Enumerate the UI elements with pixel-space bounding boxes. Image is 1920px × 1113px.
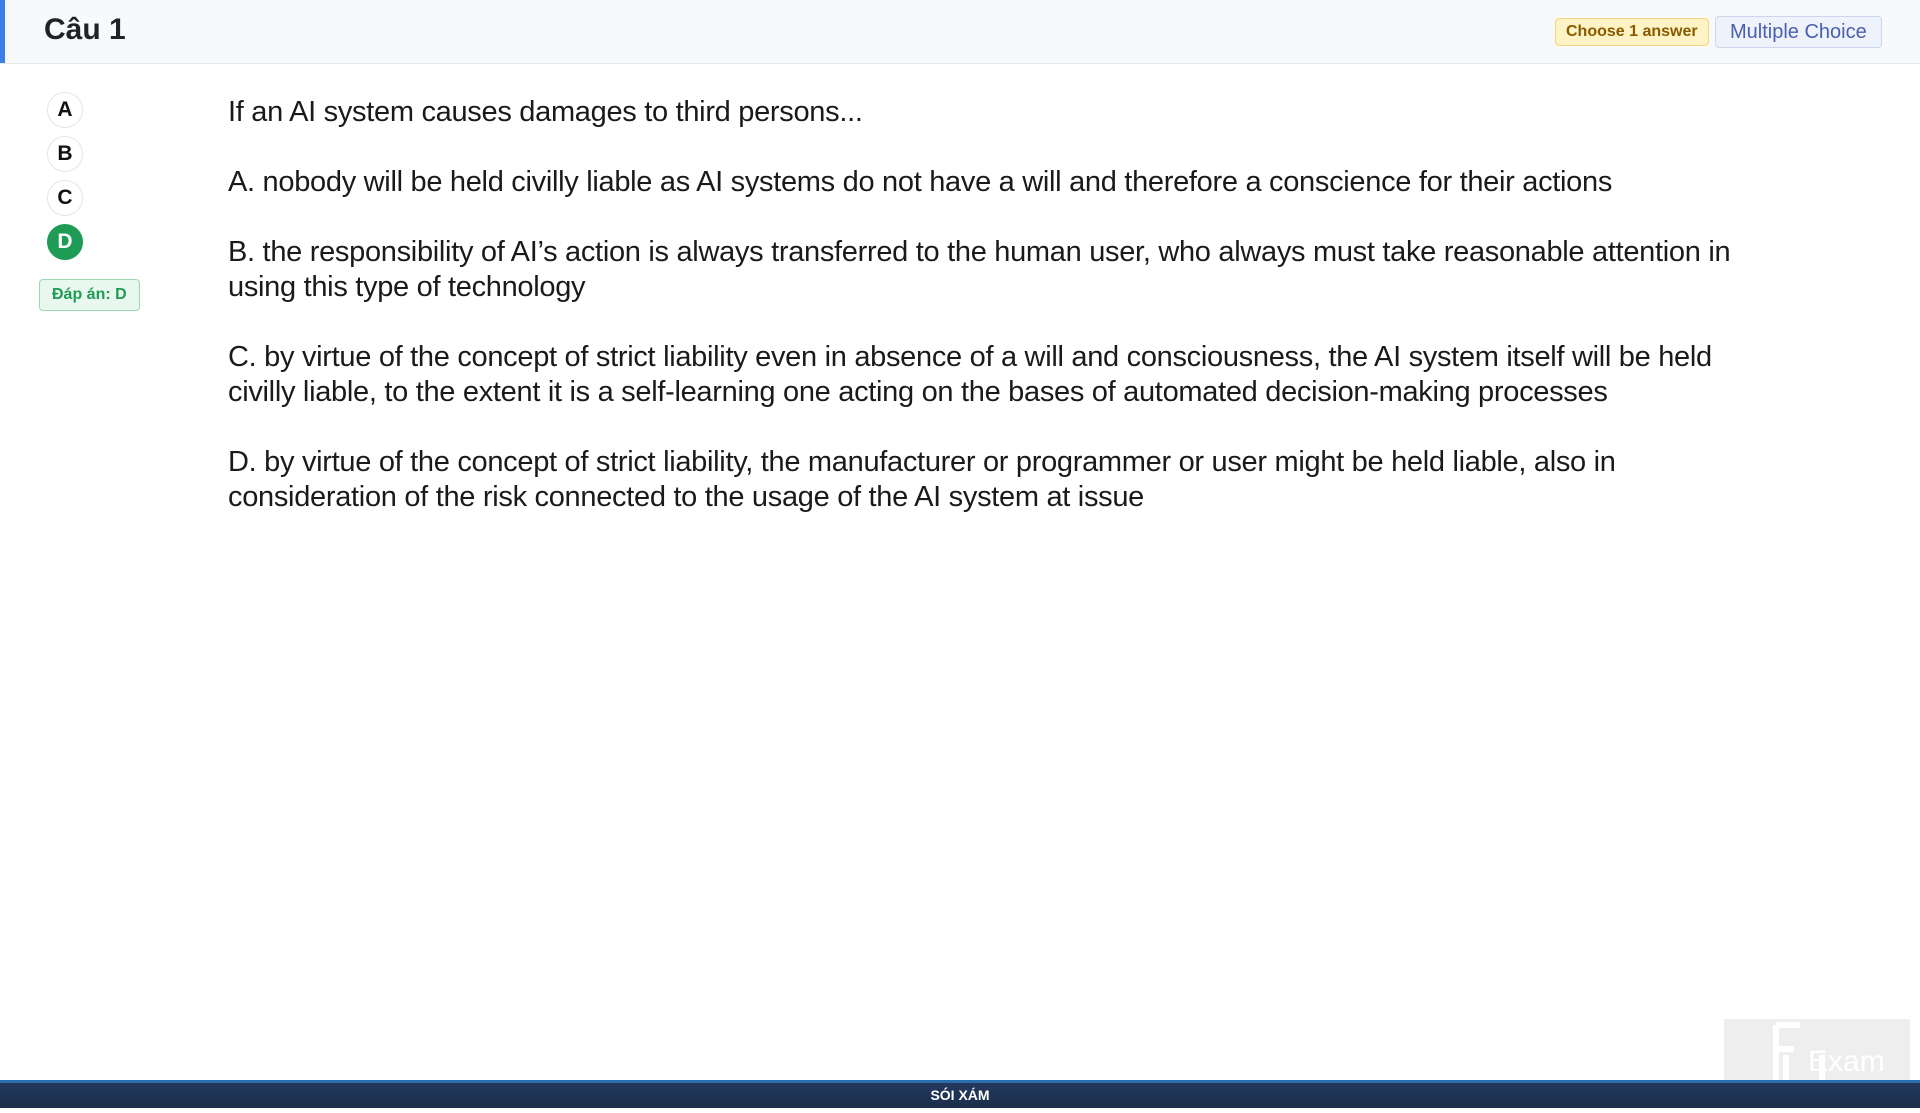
footer-bar: SÓI XÁM — [0, 1080, 1920, 1108]
choice-c-text: C. by virtue of the concept of strict li… — [228, 341, 1712, 408]
question-header: Câu 1 Choose 1 answer Multiple Choice — [0, 0, 1920, 64]
choice-a-text: A. nobody will be held civilly liable as… — [228, 166, 1613, 198]
question-title: Câu 1 — [44, 13, 126, 46]
option-d-button[interactable]: D — [47, 224, 83, 260]
option-b-button[interactable]: B — [47, 136, 83, 172]
option-a-button[interactable]: A — [47, 92, 83, 128]
choice-b-text: B. the responsibility of AI’s action is … — [228, 236, 1731, 303]
question-type-badge: Multiple Choice — [1715, 16, 1882, 48]
option-c-button[interactable]: C — [47, 180, 83, 216]
logo-text: Exam — [1808, 1045, 1885, 1078]
header-accent-bar — [0, 0, 5, 63]
question-content: If an AI system causes damages to third … — [228, 95, 1768, 550]
choose-count-badge: Choose 1 answer — [1555, 18, 1709, 46]
answer-badge: Đáp án: D — [39, 279, 140, 311]
choice-d-text: D. by virtue of the concept of strict li… — [228, 446, 1616, 513]
question-stem: If an AI system causes damages to third … — [228, 96, 863, 128]
